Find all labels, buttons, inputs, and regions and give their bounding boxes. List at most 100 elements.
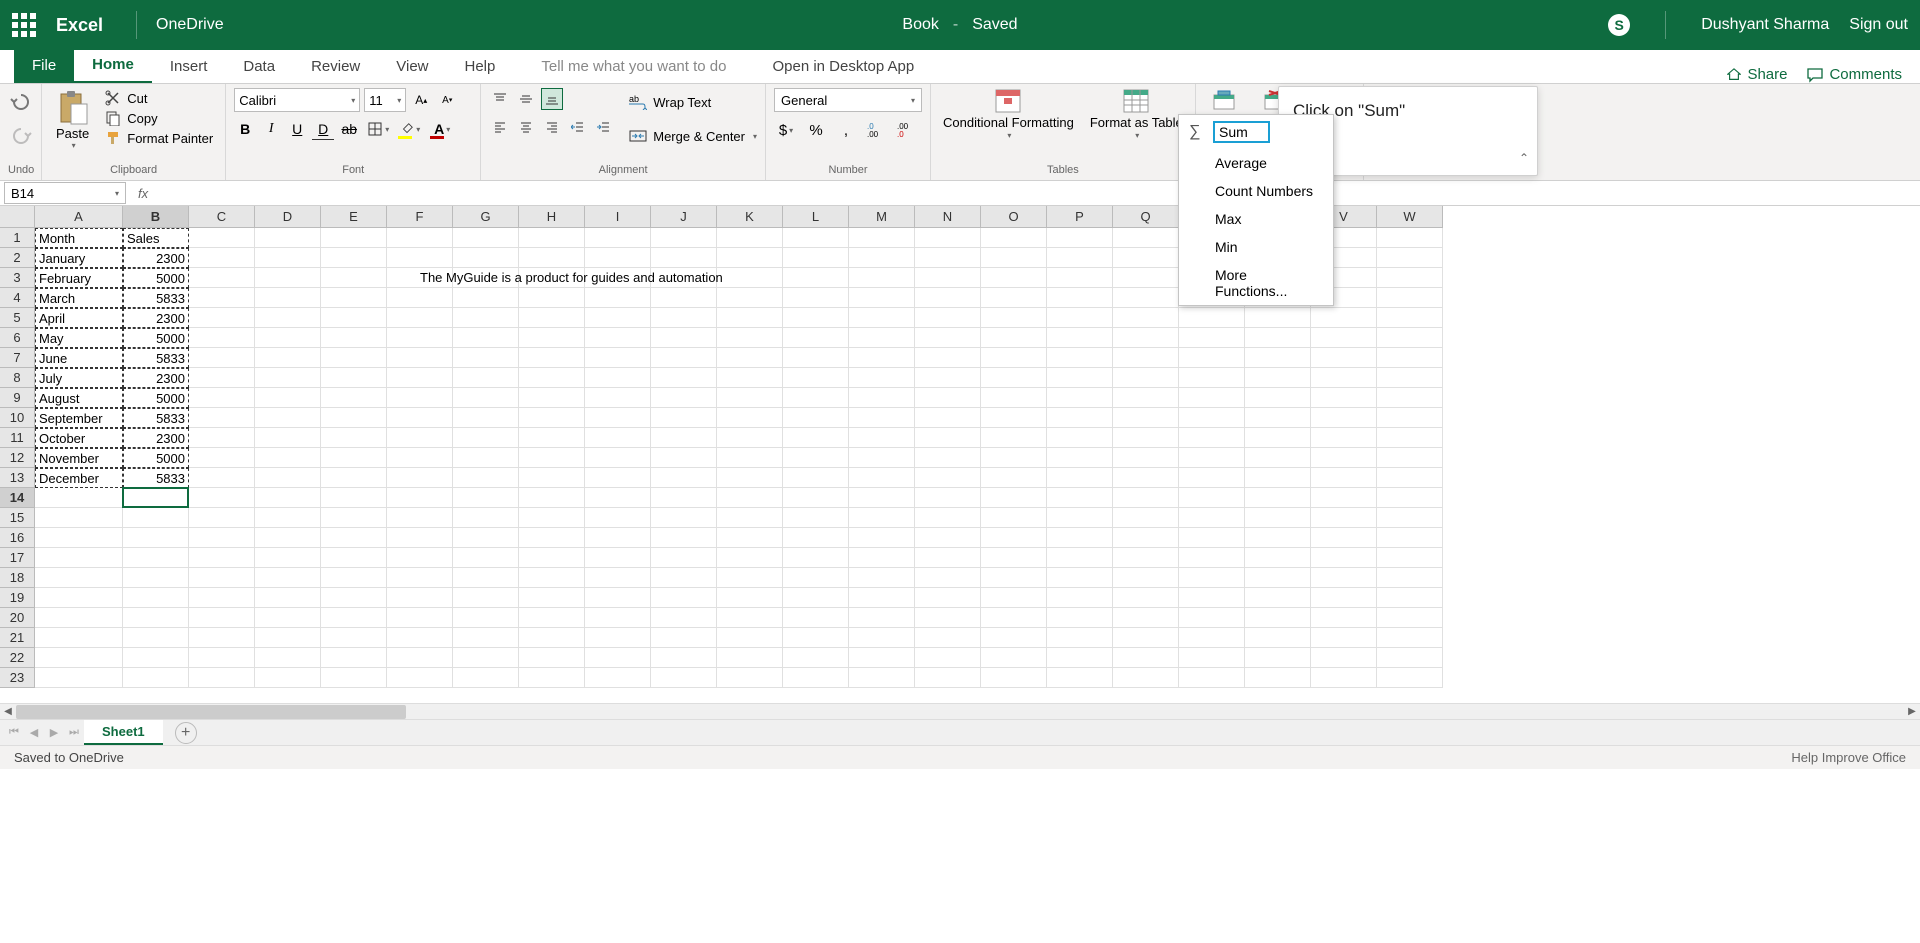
cell-e1[interactable] [321,228,387,248]
cell-m6[interactable] [849,328,915,348]
cell-f12[interactable] [387,448,453,468]
cell-n3[interactable] [915,268,981,288]
cell-i19[interactable] [585,588,651,608]
cell-d23[interactable] [255,668,321,688]
cell-p17[interactable] [1047,548,1113,568]
cell-t20[interactable] [1179,608,1245,628]
cell-n15[interactable] [915,508,981,528]
cell-u21[interactable] [1245,628,1311,648]
scroll-right-button[interactable]: ▶ [1904,704,1920,720]
cell-p10[interactable] [1047,408,1113,428]
cell-h9[interactable] [519,388,585,408]
cell-n18[interactable] [915,568,981,588]
cell-w1[interactable] [1377,228,1443,248]
cell-w21[interactable] [1377,628,1443,648]
row-header-20[interactable]: 20 [0,608,35,628]
cell-h19[interactable] [519,588,585,608]
cell-d9[interactable] [255,388,321,408]
cell-f8[interactable] [387,368,453,388]
cell-i7[interactable] [585,348,651,368]
cell-b8[interactable]: 2300 [123,368,189,388]
cell-g10[interactable] [453,408,519,428]
cell-m5[interactable] [849,308,915,328]
cell-g11[interactable] [453,428,519,448]
cell-c15[interactable] [189,508,255,528]
cell-i2[interactable] [585,248,651,268]
cell-i22[interactable] [585,648,651,668]
cell-b13[interactable]: 5833 [123,468,189,488]
cell-d7[interactable] [255,348,321,368]
cell-e18[interactable] [321,568,387,588]
cell-w10[interactable] [1377,408,1443,428]
cell-w19[interactable] [1377,588,1443,608]
cell-n14[interactable] [915,488,981,508]
collapse-ribbon-button[interactable]: ⌃ [1519,151,1529,165]
cell-p8[interactable] [1047,368,1113,388]
cell-v6[interactable] [1311,328,1377,348]
cell-a9[interactable]: August [35,388,123,408]
column-header-a[interactable]: A [35,206,123,228]
cell-j1[interactable] [651,228,717,248]
cell-u19[interactable] [1245,588,1311,608]
cell-e9[interactable] [321,388,387,408]
increase-indent-button[interactable] [593,116,615,138]
cell-t23[interactable] [1179,668,1245,688]
cell-c21[interactable] [189,628,255,648]
double-underline-button[interactable]: D [312,118,334,140]
cell-p12[interactable] [1047,448,1113,468]
cell-o11[interactable] [981,428,1047,448]
cell-e16[interactable] [321,528,387,548]
cell-c20[interactable] [189,608,255,628]
cell-b14[interactable] [123,488,189,508]
cell-g2[interactable] [453,248,519,268]
cell-h14[interactable] [519,488,585,508]
column-header-w[interactable]: W [1377,206,1443,228]
cell-j11[interactable] [651,428,717,448]
tell-me-input[interactable]: Tell me what you want to do [513,50,754,83]
row-header-18[interactable]: 18 [0,568,35,588]
cell-b5[interactable]: 2300 [123,308,189,328]
cell-e15[interactable] [321,508,387,528]
cell-g21[interactable] [453,628,519,648]
cell-h8[interactable] [519,368,585,388]
sheet-nav-next[interactable]: ▶ [44,723,64,743]
cell-t15[interactable] [1179,508,1245,528]
help-improve-link[interactable]: Help Improve Office [1791,750,1906,765]
cell-a13[interactable]: December [35,468,123,488]
cell-a6[interactable]: May [35,328,123,348]
cell-e14[interactable] [321,488,387,508]
row-header-11[interactable]: 11 [0,428,35,448]
cell-w22[interactable] [1377,648,1443,668]
cell-m9[interactable] [849,388,915,408]
cell-i15[interactable] [585,508,651,528]
cell-l9[interactable] [783,388,849,408]
cell-d4[interactable] [255,288,321,308]
cell-o3[interactable] [981,268,1047,288]
cell-b7[interactable]: 5833 [123,348,189,368]
cell-h17[interactable] [519,548,585,568]
cell-n12[interactable] [915,448,981,468]
cell-u22[interactable] [1245,648,1311,668]
cell-c8[interactable] [189,368,255,388]
cell-u23[interactable] [1245,668,1311,688]
cell-o5[interactable] [981,308,1047,328]
cell-w14[interactable] [1377,488,1443,508]
row-header-16[interactable]: 16 [0,528,35,548]
cell-k3[interactable] [717,268,783,288]
cell-c22[interactable] [189,648,255,668]
cell-v20[interactable] [1311,608,1377,628]
menu-item-count[interactable]: Count Numbers [1179,177,1333,205]
cell-q16[interactable] [1113,528,1179,548]
cell-l15[interactable] [783,508,849,528]
cell-g9[interactable] [453,388,519,408]
cell-p16[interactable] [1047,528,1113,548]
cell-w11[interactable] [1377,428,1443,448]
cell-h18[interactable] [519,568,585,588]
cell-v7[interactable] [1311,348,1377,368]
format-as-table-button[interactable]: Format as Table▾ [1086,88,1187,140]
cell-g6[interactable] [453,328,519,348]
cell-t18[interactable] [1179,568,1245,588]
cell-n8[interactable] [915,368,981,388]
menu-item-min[interactable]: Min [1179,233,1333,261]
cell-j22[interactable] [651,648,717,668]
